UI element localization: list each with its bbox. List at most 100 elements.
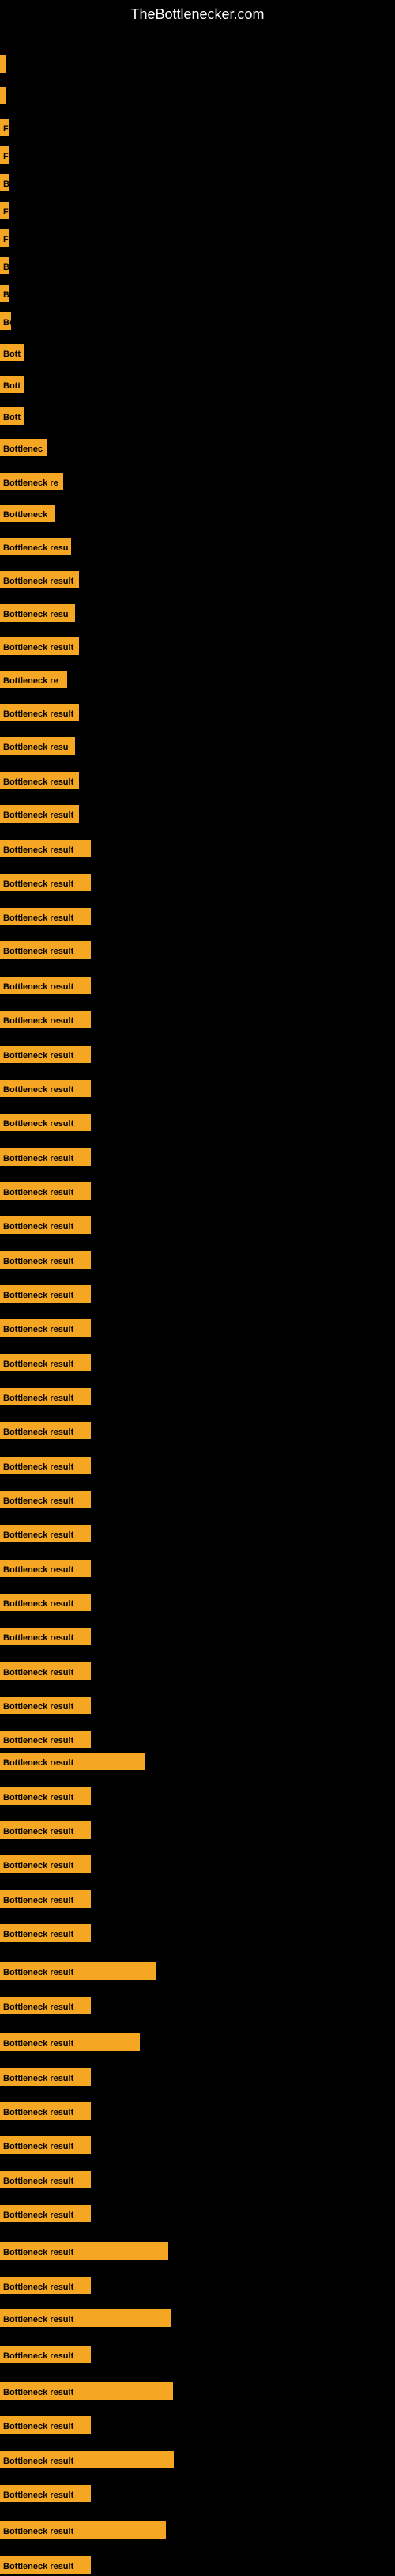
bar-label: Bottleneck result [0,571,79,588]
bar-label: Bottleneck resu [0,737,75,755]
bar-item: Bottleneck result [0,1283,91,1305]
bar-label: Bottleneck result [0,1890,91,1908]
bar-label: Bottleneck result [0,977,91,994]
bar-item: Bottleneck result [0,1750,145,1772]
bar-item: Bottleneck result [0,702,79,724]
bar-label: Bottleneck result [0,874,91,891]
bar-label: Bottleneck result [0,908,91,925]
bar-label: Bottleneck result [0,1285,91,1303]
bar-label: B [0,285,9,302]
bar-label: Bottleneck result [0,941,91,959]
bar-label: Bottleneck result [0,1753,145,1770]
bar-label: F [0,229,9,247]
bar-item: Bottleneck result [0,1523,91,1545]
bar-label: Bottleneck result [0,840,91,857]
bar-label: Bottleneck result [0,1457,91,1474]
bar-label: Bottleneck result [0,1422,91,1439]
bar-label: Bottleneck result [0,1855,91,1873]
bar-item [0,53,6,75]
bar-item: F [0,116,9,138]
bar-item: Bottleneck result [0,2343,91,2366]
bar-label: F [0,202,9,219]
bar-label: Bottleneck result [0,2556,91,2574]
bar-label: Bottleneck result [0,1560,91,1577]
bar-item: B [0,282,9,305]
bar-item: Bottleneck result [0,1853,91,1875]
bar-item: F [0,199,9,221]
bar-label: Bottleneck result [0,2171,91,2188]
bar-item: Bottleneck result [0,803,79,825]
bar-item: Bottleneck result [0,1386,91,1408]
bar-label: Bottleneck result [0,2242,168,2260]
bar-label: Bo [0,312,11,330]
bar-label: Bottleneck result [0,1731,91,1748]
bar-item: Bottleneck result [0,2483,91,2505]
bar-label: Bottleneck resu [0,538,71,555]
bar-label: Bottleneck result [0,2277,91,2294]
bar-label: Bottleneck result [0,2136,91,2154]
bar-label: Bottleneck result [0,1046,91,1063]
bar-label: Bottleneck result [0,772,79,789]
bar-item: Bott [0,342,24,364]
bar-item: Bottleneck result [0,1995,91,2017]
bar-item: Bottleneck result [0,1454,91,1477]
bar-label: Bottleneck result [0,1628,91,1645]
bar-label: Bottleneck result [0,1319,91,1337]
bar-item: Bottleneck result [0,2275,91,2297]
bar-label: Bott [0,376,24,393]
bar-item: Bottleneck result [0,1043,91,1065]
bar-item: Bottleneck result [0,1077,91,1099]
bar-label: Bottleneck result [0,805,79,823]
bar-label: Bottleneck result [0,2451,174,2468]
bar-item: Bottleneck result [0,1111,91,1133]
bar-label: Bottleneck result [0,704,79,721]
bar-item: Bottleneck result [0,974,91,997]
bar-label: Bottleneck re [0,671,67,688]
bar-item: Bott [0,405,24,427]
bar-item: Bottleneck result [0,1249,91,1271]
bar-item: Bottleneck result [0,2380,173,2402]
bar-item: Bottleneck result [0,838,91,860]
bar-label: B [0,174,9,191]
bar-label: Bottleneck result [0,1962,156,1980]
bar-label: Bottleneck result [0,1216,91,1234]
bar-item: Bottleneck result [0,1625,91,1647]
bar-item: B [0,255,9,277]
bar-item: Bottleneck result [0,2169,91,2191]
bar-item: Bottleneck result [0,1008,91,1031]
bar-item: Bottleneck result [0,569,79,591]
bar-label: B [0,257,9,274]
bar-label: Bottleneck result [0,1148,91,1166]
bar-label: Bottleneck result [0,2382,173,2400]
bar-label: Bottleneck result [0,1491,91,1508]
bar-label: Bottleneck result [0,637,79,655]
bar-item: Bottleneck result [0,1728,91,1750]
bar-label: Bottleneck result [0,2416,91,2434]
bar-item: Bottleneck result [0,1785,91,1807]
bar-label: Bottleneck result [0,1662,91,1680]
bar-item: Bottleneck resu [0,735,75,757]
bar-item: Bottleneck result [0,1180,91,1202]
bar-item: Bottleneck result [0,1420,91,1442]
bar-item: Bottleneck result [0,2031,140,2053]
bar-label: Bottleneck result [0,2102,91,2120]
bar-item: Bottleneck result [0,1488,91,1511]
bar-label: Bottleneck result [0,1251,91,1269]
bar-label: Bott [0,344,24,361]
bar-label: F [0,146,9,164]
bar-item: B [0,172,9,194]
bar-item: Bottleneck result [0,1591,91,1613]
bar-item: Bottleneck result [0,2240,168,2262]
bar-label: Bottleneck result [0,2521,166,2539]
bar-item: Bottleneck result [0,1922,91,1944]
bar-label [0,55,6,73]
bar-label: Bottleneck result [0,1011,91,1028]
bar-item: Bottleneck result [0,2203,91,2225]
bar-label: Bottleneck result [0,2033,140,2051]
bar-item: Bo [0,310,11,332]
bar-label: Bottleneck result [0,1787,91,1805]
bar-item: Bottleneck result [0,2554,91,2576]
bar-item: Bottlenec [0,437,47,459]
bar-item: F [0,227,9,249]
bar-item: Bottleneck result [0,872,91,894]
